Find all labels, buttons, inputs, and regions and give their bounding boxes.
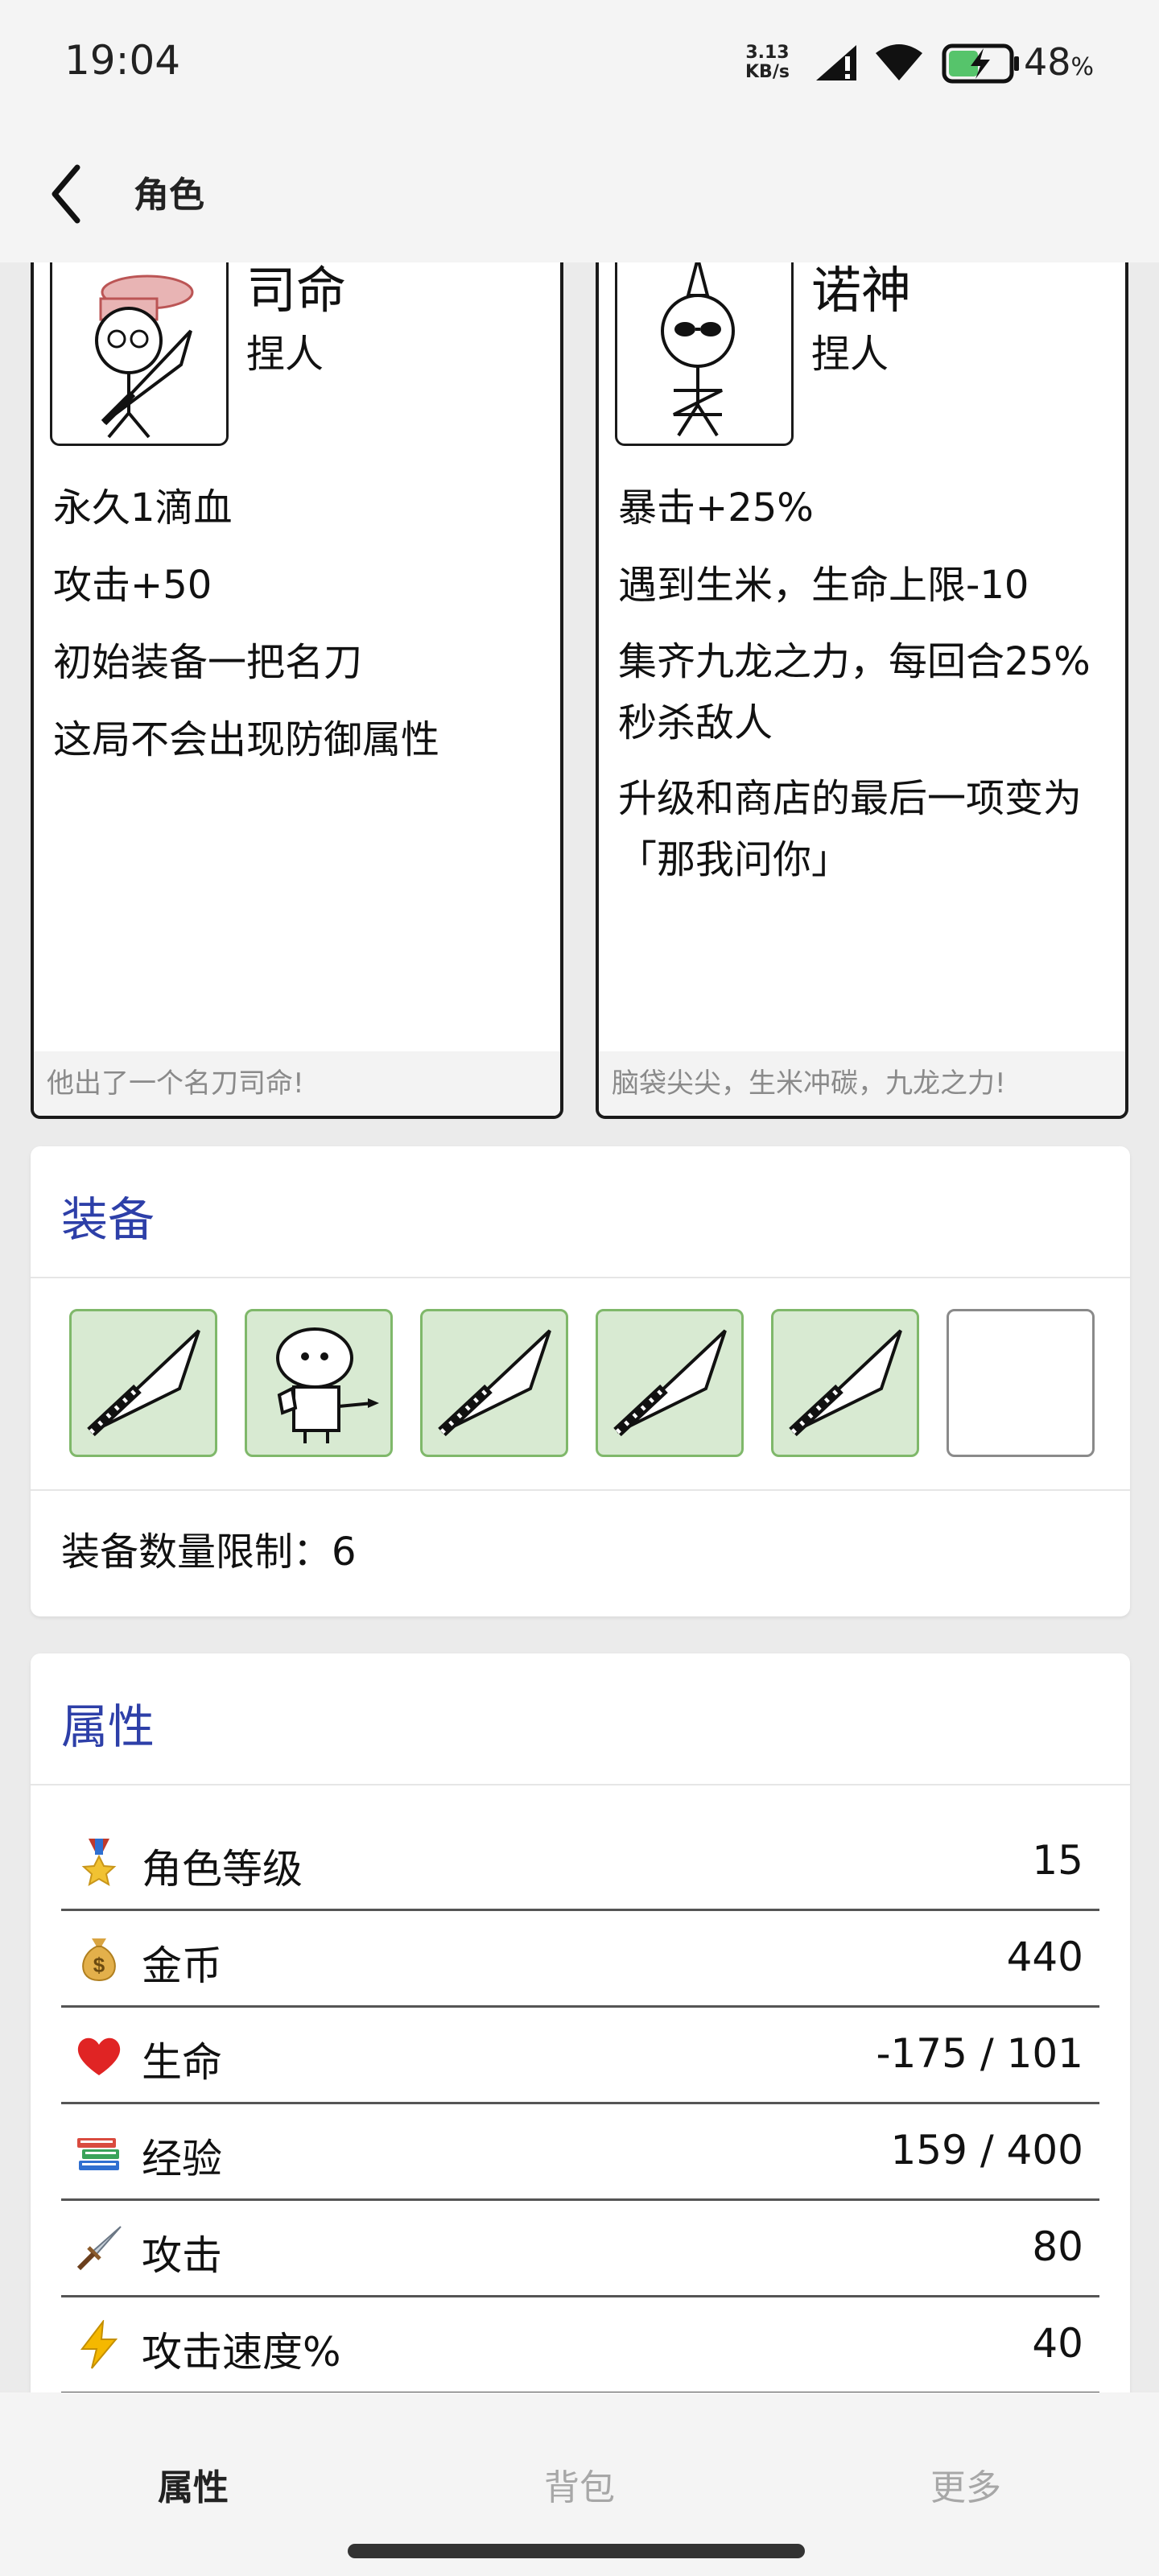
equipment-slot[interactable] [771,1309,919,1457]
lightning-icon [74,2320,124,2370]
dagger-icon [613,1329,727,1437]
character-name: 司命 [246,262,347,320]
attribute-value: 80 [1032,2223,1083,2270]
network-speed: 3.13 KB/s [745,43,790,82]
attribute-row-hp: 生命 -175 / 101 [61,2008,1099,2104]
attribute-value: 440 [1006,1934,1083,1980]
books-icon [74,2127,124,2177]
trait-text: 攻击+50 [53,563,212,608]
attribute-label: 攻击 [142,2232,222,2279]
trait-text: 初始装备一把名刀 [53,640,363,685]
equipment-slot[interactable] [69,1309,217,1457]
heart-icon [74,2030,124,2080]
stickman-portrait-icon [95,275,194,439]
attribute-value: -175 / 101 [876,2030,1083,2077]
character-role: 捏人 [246,332,324,377]
character-traits: 暴击+25% 遇到生米，生命上限-10 集齐九龙之力，每回合25%秒杀敌人 升级… [618,477,1101,905]
equipment-slot-empty[interactable] [947,1309,1095,1457]
character-name: 诺神 [811,262,912,320]
character-card-siming[interactable]: 司命 捏人 永久1滴血 攻击+50 初始装备一把名刀 这局不会出现防御属性 他出… [31,262,563,1119]
divider [31,1489,1130,1491]
bottom-navigation: 属性 背包 更多 [0,2392,1159,2576]
trait-text: 永久1滴血 [53,485,233,530]
battery-charging-icon [942,43,1019,84]
character-portrait [615,262,794,446]
equipment-title: 装备 [31,1146,1130,1278]
pointy-head-portrait-icon [661,262,735,437]
attribute-value: 15 [1032,1837,1083,1884]
character-role: 捏人 [811,332,889,377]
attribute-label: 生命 [142,2039,222,2086]
attribute-row-attack: 攻击 80 [61,2201,1099,2297]
attribute-row-level: 角色等级 15 [61,1814,1099,1911]
character-tagline: 他出了一个名刀司命! [34,1051,560,1116]
trait-text: 这局不会出现防御属性 [53,717,440,762]
page-title: 角色 [134,175,204,216]
attribute-value: 40 [1032,2320,1083,2367]
dagger-icon [74,2223,124,2273]
battery-percentage: 48% [1024,40,1095,84]
back-arrow-icon[interactable] [45,158,93,230]
equipment-slot[interactable] [420,1309,568,1457]
app-bar: 角色 [0,129,1159,262]
equipment-slot[interactable] [245,1309,393,1457]
dagger-icon [789,1329,902,1437]
equipment-panel: 装备 装备数量限制：6 [31,1146,1130,1616]
medal-icon [74,1837,124,1887]
attribute-row-exp: 经验 159 / 400 [61,2104,1099,2201]
nav-tab-attributes[interactable]: 属性 [158,2458,229,2510]
stickman-figure-icon [276,1327,379,1443]
equipment-limit: 装备数量限制：6 [61,1530,357,1575]
attribute-label: 金币 [142,1942,222,1989]
scroll-content[interactable]: 司命 捏人 永久1滴血 攻击+50 初始装备一把名刀 这局不会出现防御属性 他出… [0,262,1159,2392]
dagger-icon [87,1329,200,1437]
character-card-nuoshen[interactable]: 诺神 捏人 暴击+25% 遇到生米，生命上限-10 集齐九龙之力，每回合25%秒… [596,262,1128,1119]
dagger-icon [438,1329,551,1437]
status-bar: 19:04 3.13 KB/s 48% [0,0,1159,129]
attribute-label: 角色等级 [142,1846,303,1893]
character-portrait [50,262,229,446]
attributes-title: 属性 [31,1653,1130,1785]
attribute-list: 角色等级 15 $ 金币 440 生命 -175 / 101 经验 159 / … [61,1814,1099,2392]
nav-tab-backpack[interactable]: 背包 [544,2458,615,2510]
status-time: 19:04 [64,37,181,84]
attribute-row-gold: $ 金币 440 [61,1911,1099,2008]
money-bag-icon: $ [74,1934,124,1984]
attribute-value: 159 / 400 [890,2127,1083,2174]
trait-text: 暴击+25% [618,485,814,530]
attribute-label: 攻击速度% [142,2329,341,2376]
trait-text: 升级和商店的最后一项变为「那我问你」 [618,776,1083,882]
character-traits: 永久1滴血 攻击+50 初始装备一把名刀 这局不会出现防御属性 [53,477,536,786]
equipment-slot[interactable] [596,1309,744,1457]
home-indicator[interactable] [348,2544,805,2558]
signal-alert-icon [816,45,856,80]
trait-text: 集齐九龙之力，每回合25%秒杀敌人 [618,639,1091,745]
attributes-panel: 属性 角色等级 15 $ 金币 440 生命 -175 / 101 经验 159… [31,1653,1130,2392]
character-tagline: 脑袋尖尖，生米冲碳，九龙之力! [599,1051,1125,1116]
attribute-row-attack-speed: 攻击速度% 40 [61,2297,1099,2392]
attribute-label: 经验 [142,2136,222,2182]
trait-text: 遇到生米，生命上限-10 [618,563,1029,608]
svg-text:$: $ [93,1953,105,1977]
wifi-icon [876,44,922,80]
nav-tab-more[interactable]: 更多 [930,2458,1001,2510]
